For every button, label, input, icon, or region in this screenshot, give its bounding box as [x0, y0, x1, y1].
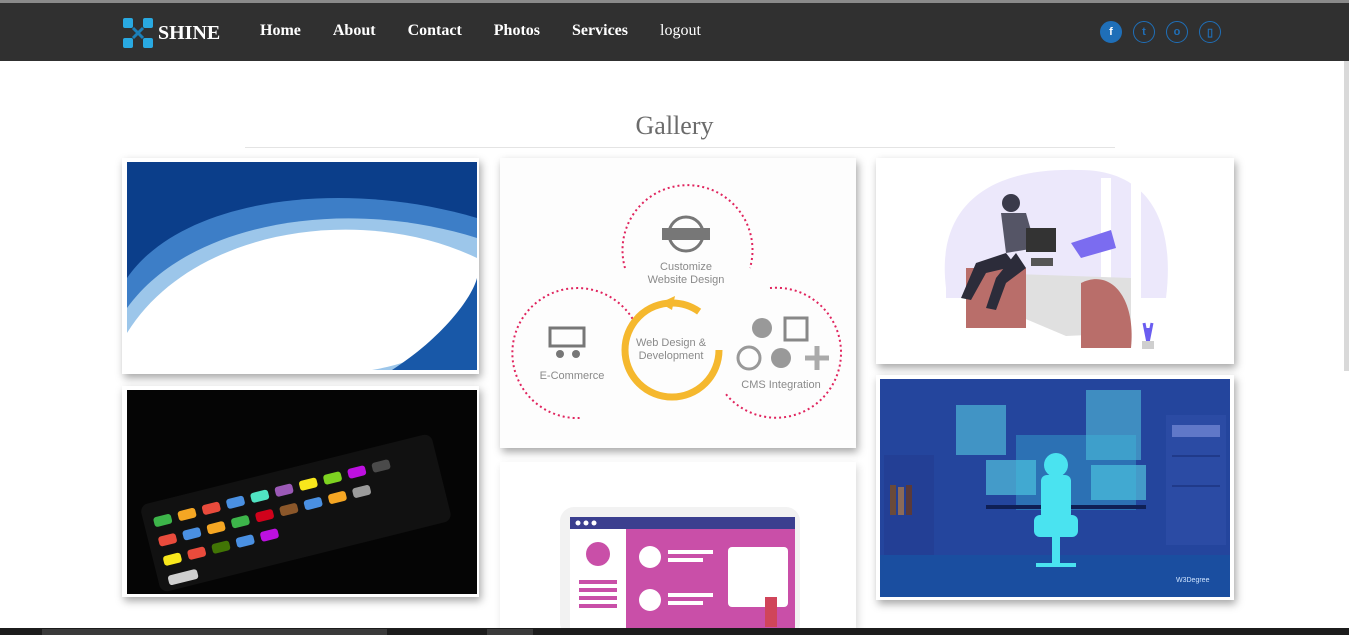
gallery-image-blue-wave[interactable]: [122, 158, 479, 374]
taskbar-tab-secondary[interactable]: [487, 629, 533, 635]
gallery-image-profile-ui[interactable]: [500, 462, 856, 628]
gallery-image-web-design-diagram[interactable]: Customize Website Design Web Design & Deve…: [500, 158, 856, 448]
shine-logo-icon: [123, 18, 153, 48]
gallery-image-phone-apps[interactable]: [122, 386, 479, 597]
nav-links: Home About Contact Photos Services logou…: [260, 22, 733, 40]
instagram-icon[interactable]: o: [1166, 21, 1188, 43]
nav-logout-link[interactable]: logout: [660, 22, 701, 40]
brand-name: SHINE: [158, 21, 221, 44]
diagram-left-label: E-Commerce: [540, 370, 605, 382]
taskbar-tab[interactable]: [42, 629, 387, 635]
mobile-icon[interactable]: ▯: [1199, 21, 1221, 43]
twitter-icon[interactable]: t: [1133, 21, 1155, 43]
navbar: SHINE Home About Contact Photos Services…: [0, 3, 1349, 61]
diagram-right-label: CMS Integration: [741, 379, 820, 391]
nav-about-link[interactable]: About: [333, 22, 376, 40]
nav-services-link[interactable]: Services: [572, 22, 628, 40]
brand[interactable]: SHINE: [122, 17, 220, 49]
page-scrollbar[interactable]: [1344, 61, 1349, 371]
gallery-image-person-desk[interactable]: [876, 158, 1234, 364]
title-divider: [245, 147, 1115, 148]
nav-home-link[interactable]: Home: [260, 22, 301, 40]
image-watermark: W3Degree: [1176, 577, 1210, 584]
social-links: f t o ▯: [1100, 21, 1232, 43]
nav-contact-link[interactable]: Contact: [408, 22, 462, 40]
nav-photos-link[interactable]: Photos: [494, 22, 540, 40]
diagram-center-label: Web Design & Development: [636, 337, 707, 362]
facebook-icon[interactable]: f: [1100, 21, 1122, 43]
gallery-image-developer[interactable]: W3Degree: [876, 375, 1234, 600]
gallery-title: Gallery: [635, 111, 714, 140]
